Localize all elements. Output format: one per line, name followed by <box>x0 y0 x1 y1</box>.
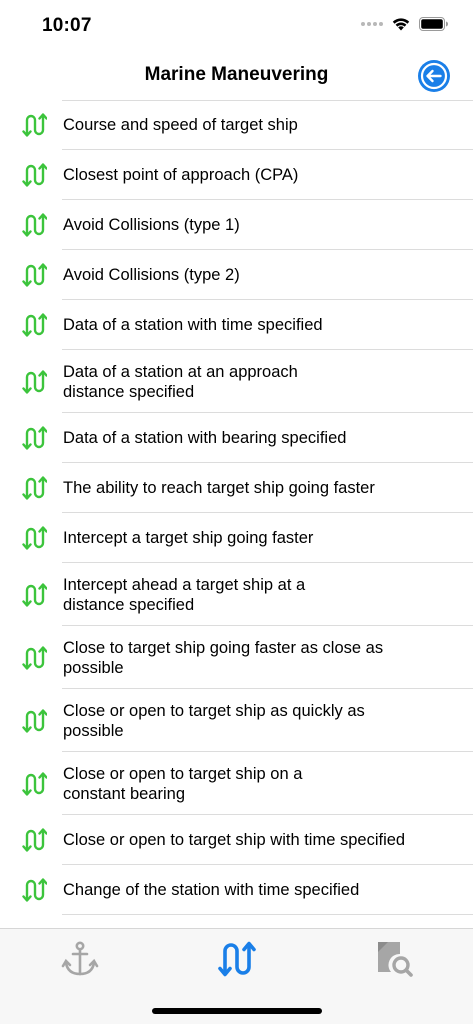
up-down-arrows-icon <box>22 163 47 187</box>
list-item-label: Avoid Collisions (type 2) <box>63 266 240 284</box>
list-item[interactable]: Data of a station at an approach distanc… <box>0 350 473 413</box>
document-search-icon <box>378 942 413 977</box>
list-item-label: Data of a station at an approach distanc… <box>63 362 298 401</box>
up-down-arrows-icon <box>218 941 256 977</box>
wifi-icon <box>392 18 410 31</box>
list-item-label: Close to target ship going faster as clo… <box>63 638 384 677</box>
list-item-label: Close or open to target ship with time s… <box>63 831 406 849</box>
status-icons <box>361 16 449 31</box>
list-item[interactable]: Avoid Collisions (type 2) <box>0 250 473 300</box>
list-item[interactable]: Closest point of approach (CPA) <box>0 150 473 200</box>
up-down-arrows-icon <box>22 771 47 796</box>
up-down-arrows-icon <box>22 526 47 550</box>
status-time: 10:07 <box>42 15 92 36</box>
tab-anchor[interactable] <box>60 939 100 979</box>
page-title: Marine Maneuvering <box>144 64 329 85</box>
signal-dots-icon <box>361 21 383 26</box>
list-item[interactable]: Close or open to target ship with time s… <box>0 815 473 865</box>
list-item[interactable]: Intercept a target ship going faster <box>0 513 473 563</box>
up-down-arrows-icon <box>22 645 47 670</box>
list-item[interactable]: Data of a station with bearing specified <box>0 413 473 463</box>
list-item-label: Close or open to target ship on a consta… <box>63 764 303 803</box>
battery-icon <box>419 16 448 31</box>
list-item-label: Change of the station with time specifie… <box>63 881 360 899</box>
list-item-label: Data of a station with bearing specified <box>63 429 347 447</box>
up-down-arrows-icon <box>22 369 47 394</box>
list-item-label: The ability to reach target ship going f… <box>63 479 375 497</box>
up-down-arrows-icon <box>22 828 47 852</box>
list-item[interactable]: The ability to reach target ship going f… <box>0 463 473 513</box>
list-item-label: Close or open to target ship as quickly … <box>63 701 365 740</box>
tab-search[interactable] <box>374 939 414 979</box>
list-item-label: Data of a station with time specified <box>63 316 323 334</box>
list-item[interactable]: Close or open to target ship on a consta… <box>0 752 473 815</box>
up-down-arrows-icon <box>22 878 47 902</box>
list-item-label: Intercept a target ship going faster <box>63 529 314 547</box>
list-item-label: Course and speed of target ship <box>63 116 298 134</box>
home-indicator <box>152 1008 322 1014</box>
status-bar: 10:07 <box>0 0 473 50</box>
list-item[interactable]: Change of the station with time specifie… <box>0 865 473 915</box>
list-item[interactable]: Close to target ship going faster as clo… <box>0 626 473 689</box>
navigation-bar: Marine Maneuvering <box>0 50 473 100</box>
up-down-arrows-icon <box>22 263 47 287</box>
list-item[interactable]: Close or open to target ship as quickly … <box>0 689 473 752</box>
anchor-icon <box>61 941 99 976</box>
up-down-arrows-icon <box>22 313 47 337</box>
back-button[interactable] <box>417 59 451 93</box>
up-down-arrows-icon <box>22 213 47 237</box>
maneuver-list: Course and speed of target ship Closest … <box>0 100 473 915</box>
list-item[interactable]: Avoid Collisions (type 1) <box>0 200 473 250</box>
list-item-label: Avoid Collisions (type 1) <box>63 216 240 234</box>
up-down-arrows-icon <box>22 708 47 733</box>
up-down-arrows-icon <box>22 476 47 500</box>
up-down-arrows-icon <box>22 426 47 450</box>
list-item-label: Closest point of approach (CPA) <box>63 166 299 184</box>
list-item[interactable]: Data of a station with time specified <box>0 300 473 350</box>
up-down-arrows-icon <box>22 113 47 137</box>
up-down-arrows-icon <box>22 582 47 607</box>
tab-maneuvering[interactable] <box>216 939 256 979</box>
list-item[interactable]: Course and speed of target ship <box>0 100 473 150</box>
list-item[interactable]: Intercept ahead a target ship at a dista… <box>0 563 473 626</box>
list-item-label: Intercept ahead a target ship at a dista… <box>63 575 306 614</box>
arrow-left-circle-icon <box>418 60 450 92</box>
